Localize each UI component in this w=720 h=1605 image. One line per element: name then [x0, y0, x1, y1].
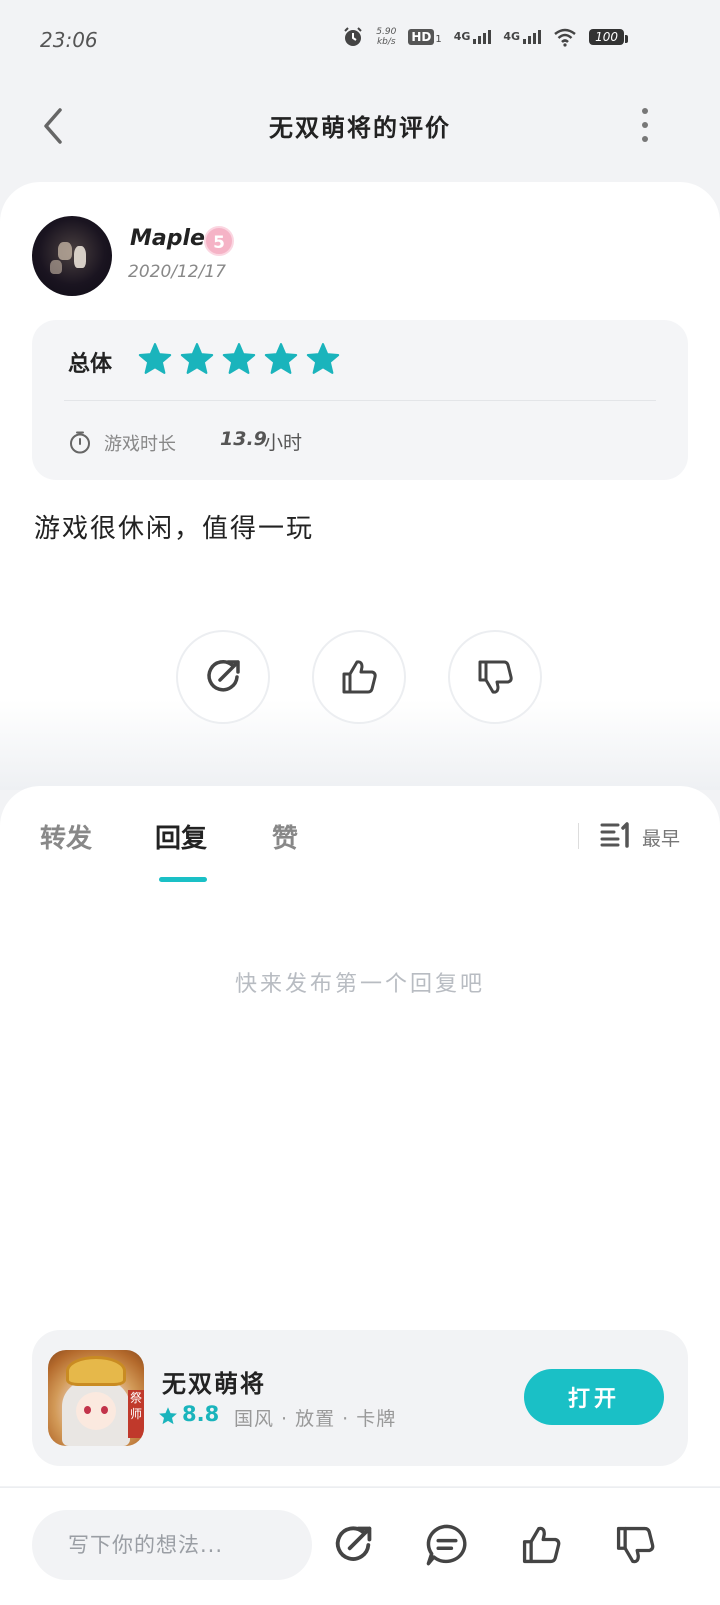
- wifi-icon: [554, 28, 576, 47]
- status-time: 23:06: [40, 28, 98, 52]
- app-rating: 8.8: [182, 1402, 220, 1426]
- avatar[interactable]: [32, 216, 112, 296]
- star-icon: [306, 343, 340, 374]
- tab-forwards[interactable]: 转发: [40, 818, 92, 855]
- tab-likes[interactable]: 赞: [272, 818, 298, 855]
- star-icon: [159, 1407, 177, 1425]
- status-icons: 5.90 kb/s HD 1 4G 4G 100: [342, 26, 628, 48]
- playtime-label: 游戏时长: [104, 434, 176, 455]
- battery-indicator: 100: [589, 29, 628, 45]
- like-button[interactable]: [312, 630, 406, 724]
- empty-replies-message: 快来发布第一个回复吧: [234, 972, 485, 997]
- divider: [64, 400, 656, 401]
- divider: [578, 823, 579, 849]
- app-name[interactable]: 无双萌将: [162, 1364, 266, 1399]
- timer-icon: [70, 431, 90, 454]
- playtime-unit: 小时: [264, 432, 303, 454]
- star-rating: [138, 342, 340, 376]
- username[interactable]: Maple: [130, 226, 205, 251]
- star-icon: [222, 343, 256, 374]
- hd-indicator: HD 1: [408, 29, 442, 45]
- thumbs-down-icon[interactable]: [612, 1522, 658, 1568]
- star-icon: [138, 343, 172, 374]
- share-icon[interactable]: [330, 1522, 376, 1568]
- app-tags: 国风 · 放置 · 卡牌: [234, 1408, 397, 1430]
- comment-input[interactable]: [32, 1510, 312, 1580]
- review-text: 游戏很休闲，值得一玩: [34, 514, 315, 544]
- level-badge: 5: [204, 226, 234, 256]
- thumbs-down-icon: [478, 660, 513, 694]
- tab-replies[interactable]: 回复: [155, 818, 207, 855]
- active-tab-indicator: [159, 877, 207, 882]
- share-button[interactable]: [176, 630, 270, 724]
- star-icon: [264, 343, 298, 374]
- dislike-button[interactable]: [448, 630, 542, 724]
- alarm-icon: [344, 27, 362, 46]
- sort-icon[interactable]: [600, 822, 632, 848]
- star-icon: [180, 343, 214, 374]
- playtime-value: 13.9: [220, 428, 267, 450]
- rating-label: 总体: [68, 352, 113, 377]
- network-speed: 5.90 kb/s: [376, 27, 397, 47]
- sort-label[interactable]: 最早: [642, 824, 680, 851]
- thumbs-up-icon[interactable]: [518, 1522, 564, 1568]
- signal-icon-2: 4G: [503, 30, 542, 44]
- review-date: 2020/12/17: [128, 262, 226, 282]
- app-icon[interactable]: 祭师: [48, 1350, 144, 1446]
- thumbs-up-icon: [342, 660, 377, 694]
- more-options-icon[interactable]: [640, 108, 650, 144]
- share-icon: [207, 660, 240, 692]
- open-app-button[interactable]: 打开: [524, 1369, 664, 1425]
- page-title: 无双萌将的评价: [269, 114, 451, 142]
- signal-icon-1: 4G: [454, 30, 492, 44]
- comment-icon[interactable]: [424, 1522, 470, 1568]
